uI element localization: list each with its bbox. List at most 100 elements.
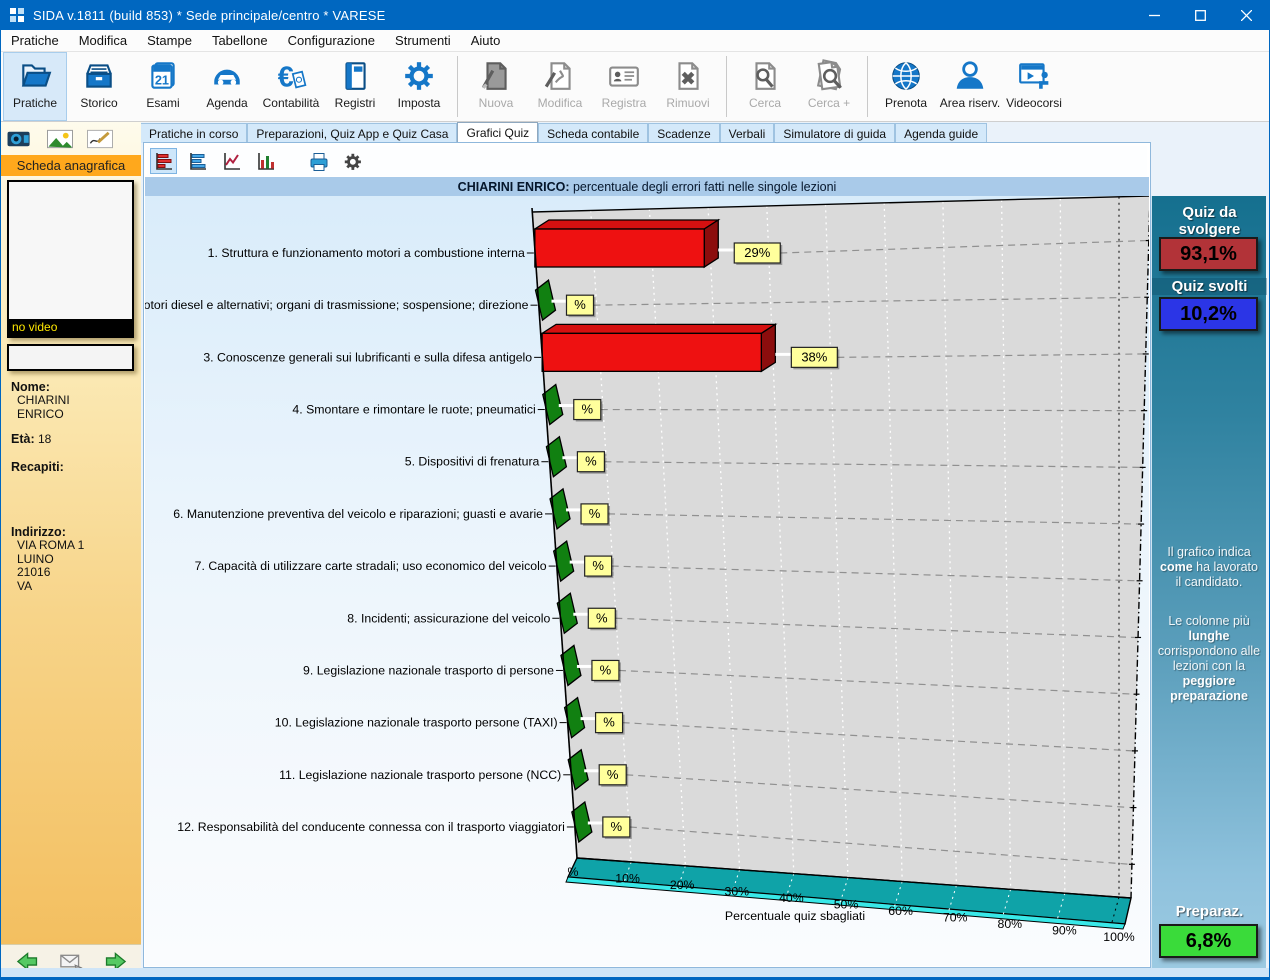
indirizzo-label: Indirizzo:	[11, 525, 66, 539]
chart-bar-side	[761, 324, 775, 371]
gear-icon	[402, 58, 436, 94]
bar-chart-horizontal-blue-button[interactable]	[184, 148, 211, 174]
chart-explanation-1: Il grafico indica come ha lavorato il ca…	[1156, 545, 1262, 590]
tab-agenda-guide[interactable]: Agenda guide	[895, 123, 987, 143]
value-label: %	[589, 506, 601, 521]
toolbar-button-storico[interactable]: Storico	[67, 52, 131, 121]
chart-vbars-icon	[255, 151, 277, 172]
menu-modifica[interactable]: Modifica	[69, 31, 137, 50]
doc-remove-icon	[671, 58, 705, 94]
print-chart-button[interactable]	[305, 148, 332, 174]
svg-text:21: 21	[155, 73, 169, 88]
value-label: %	[581, 402, 593, 417]
value-label: %	[611, 819, 623, 834]
quiz-errors-chart: 1. Struttura e funzionamento motori a co…	[145, 196, 1149, 966]
note-segment: Il grafico indica	[1167, 545, 1250, 559]
close-button[interactable]	[1223, 0, 1269, 30]
x-tick-label: 10%	[615, 872, 640, 886]
doc-new-icon	[479, 58, 513, 94]
bar-chart-horizontal-red-button[interactable]	[150, 148, 177, 174]
chart-settings-button[interactable]	[339, 148, 366, 174]
toolbar-button-imposta[interactable]: Imposta	[387, 52, 451, 121]
tab-pratiche-in-corso[interactable]: Pratiche in corso	[140, 123, 247, 143]
recapiti-label: Recapiti:	[11, 460, 64, 474]
toolbar-button-agenda[interactable]: Agenda	[195, 52, 259, 121]
toolbar-button-prenota[interactable]: Prenota	[874, 52, 938, 121]
menu-tabellone[interactable]: Tabellone	[202, 31, 278, 50]
quiz-da-svolgere-value: 93,1%	[1159, 237, 1258, 271]
toolbar-button-modifica: Modifica	[528, 52, 592, 121]
toolbar-separator	[726, 56, 727, 117]
toolbar-button-videocorsi[interactable]: Videocorsi	[1002, 52, 1066, 121]
euro-icon: €	[274, 58, 308, 94]
chart-hbars-red-icon	[153, 151, 175, 172]
doc-search-icon	[748, 58, 782, 94]
globe-icon	[889, 58, 923, 94]
tab-scadenze[interactable]: Scadenze	[648, 123, 719, 143]
toolbar-button-area-riserv[interactable]: Area riserv.	[938, 52, 1002, 121]
car-icon	[210, 58, 244, 94]
toolbar-button-contabilit[interactable]: €Contabilità	[259, 52, 323, 121]
quiz-da-svolgere-label: Quiz da svolgere	[1152, 204, 1267, 238]
tab-scheda-contabile[interactable]: Scheda contabile	[538, 123, 648, 143]
toolbar-button-registra: Registra	[592, 52, 656, 121]
window-border	[0, 30, 1, 980]
toolbar-button-rimuovi: Rimuovi	[656, 52, 720, 121]
app-logo-icon	[9, 7, 25, 23]
chart-title-band: CHIARINI ENRICO: percentuale degli error…	[145, 177, 1149, 196]
menu-configurazione[interactable]: Configurazione	[278, 31, 385, 50]
toolbar-label-rimuovi: Rimuovi	[666, 96, 709, 110]
photo-tool[interactable]	[43, 127, 77, 151]
camera-tool[interactable]	[3, 127, 37, 151]
x-tick-label: 60%	[888, 904, 913, 918]
maximize-button[interactable]	[1177, 0, 1223, 30]
value-label: %	[585, 454, 597, 469]
value-label: %	[607, 767, 619, 782]
chart-bar-top	[535, 220, 718, 229]
toolbar-button-registri[interactable]: Registri	[323, 52, 387, 121]
docs-search-icon	[812, 58, 846, 94]
note-segment: come	[1160, 560, 1193, 574]
toolbar-button-pratiche[interactable]: Pratiche	[3, 52, 67, 121]
indirizzo-line: VIA ROMA 1	[17, 539, 84, 553]
menu-aiuto[interactable]: Aiuto	[461, 31, 511, 50]
menu-pratiche[interactable]: Pratiche	[1, 31, 69, 50]
bar-chart-vertical-button[interactable]	[252, 148, 279, 174]
category-label: 4. Smontare e rimontare le ruote; pneuma…	[292, 403, 535, 417]
toolbar-label-pratiche: Pratiche	[13, 96, 57, 110]
toolbar-button-esami[interactable]: 21Esami	[131, 52, 195, 121]
signature-tool[interactable]	[83, 127, 117, 151]
toolbar-button-nuova: Nuova	[464, 52, 528, 121]
signature-icon	[84, 127, 116, 151]
field-eta: Età: 18	[11, 432, 51, 446]
toolbar-label-videocorsi: Videocorsi	[1006, 96, 1062, 110]
tab-verbali[interactable]: Verbali	[720, 123, 775, 143]
menu-strumenti[interactable]: Strumenti	[385, 31, 461, 50]
value-label: 29%	[744, 245, 770, 260]
toolbar-label-storico: Storico	[80, 96, 117, 110]
preparazione-value: 6,8%	[1159, 924, 1258, 958]
quiz-svolti-label: Quiz svolti	[1152, 278, 1267, 295]
no-video-label: no video	[9, 319, 132, 336]
tab-grafici-quiz[interactable]: Grafici Quiz	[457, 122, 538, 143]
tab-preparazioni-quiz-app-e-quiz-casa[interactable]: Preparazioni, Quiz App e Quiz Casa	[247, 123, 457, 143]
category-label: 11. Legislazione nazionale trasporto per…	[279, 768, 561, 782]
sidebar-header: Scheda anagrafica	[1, 155, 141, 176]
category-label: 2. Motori diesel e alternativi; organi d…	[145, 298, 529, 312]
note-segment: lunghe	[1189, 629, 1230, 643]
indirizzo-line: 21016	[17, 566, 84, 580]
toolbar-label-nuova: Nuova	[479, 96, 514, 110]
minimize-button[interactable]	[1131, 0, 1177, 30]
chart-hbars-blue-icon	[187, 151, 209, 172]
window-titlebar: SIDA v.1811 (build 853) * Sede principal…	[0, 0, 1270, 30]
printer-icon	[308, 151, 330, 172]
indirizzo-line: VA	[17, 580, 84, 594]
line-chart-button[interactable]	[218, 148, 245, 174]
value-label: %	[600, 662, 612, 677]
category-label: 10. Legislazione nazionale trasporto per…	[275, 716, 558, 730]
tab-simulatore-di-guida[interactable]: Simulatore di guida	[774, 123, 895, 143]
svg-text:€: €	[278, 62, 294, 94]
archive-icon	[82, 58, 116, 94]
nome-value-1: CHIARINI	[17, 394, 70, 408]
menu-stampe[interactable]: Stampe	[137, 31, 202, 50]
